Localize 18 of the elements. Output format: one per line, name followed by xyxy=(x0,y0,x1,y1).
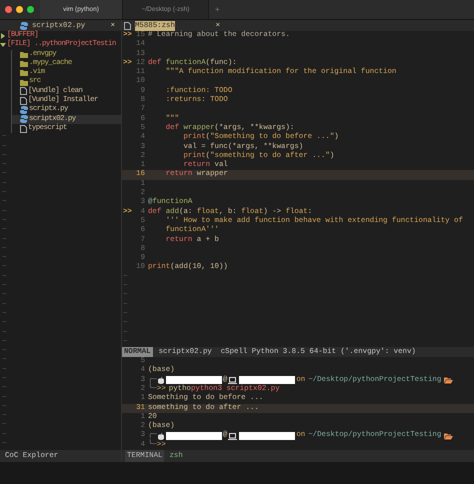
zoom-window-icon[interactable] xyxy=(27,6,34,13)
caret-icon[interactable] xyxy=(0,42,6,48)
caret-icon[interactable] xyxy=(0,32,6,39)
minimize-window-icon[interactable] xyxy=(16,6,23,13)
laptop-icon xyxy=(228,432,238,440)
redaction-block xyxy=(239,432,296,440)
folder-icon xyxy=(444,432,454,440)
file-icon xyxy=(124,22,131,30)
redaction-block xyxy=(239,376,296,384)
folder-icon xyxy=(444,376,454,384)
apple-icon xyxy=(158,432,164,440)
close-window-icon[interactable] xyxy=(5,6,12,13)
laptop-icon xyxy=(228,376,238,384)
redaction-block xyxy=(166,432,222,440)
apple-icon xyxy=(158,376,164,384)
file-icon xyxy=(20,124,27,133)
redaction-block xyxy=(166,376,222,384)
python-icon xyxy=(20,22,28,30)
